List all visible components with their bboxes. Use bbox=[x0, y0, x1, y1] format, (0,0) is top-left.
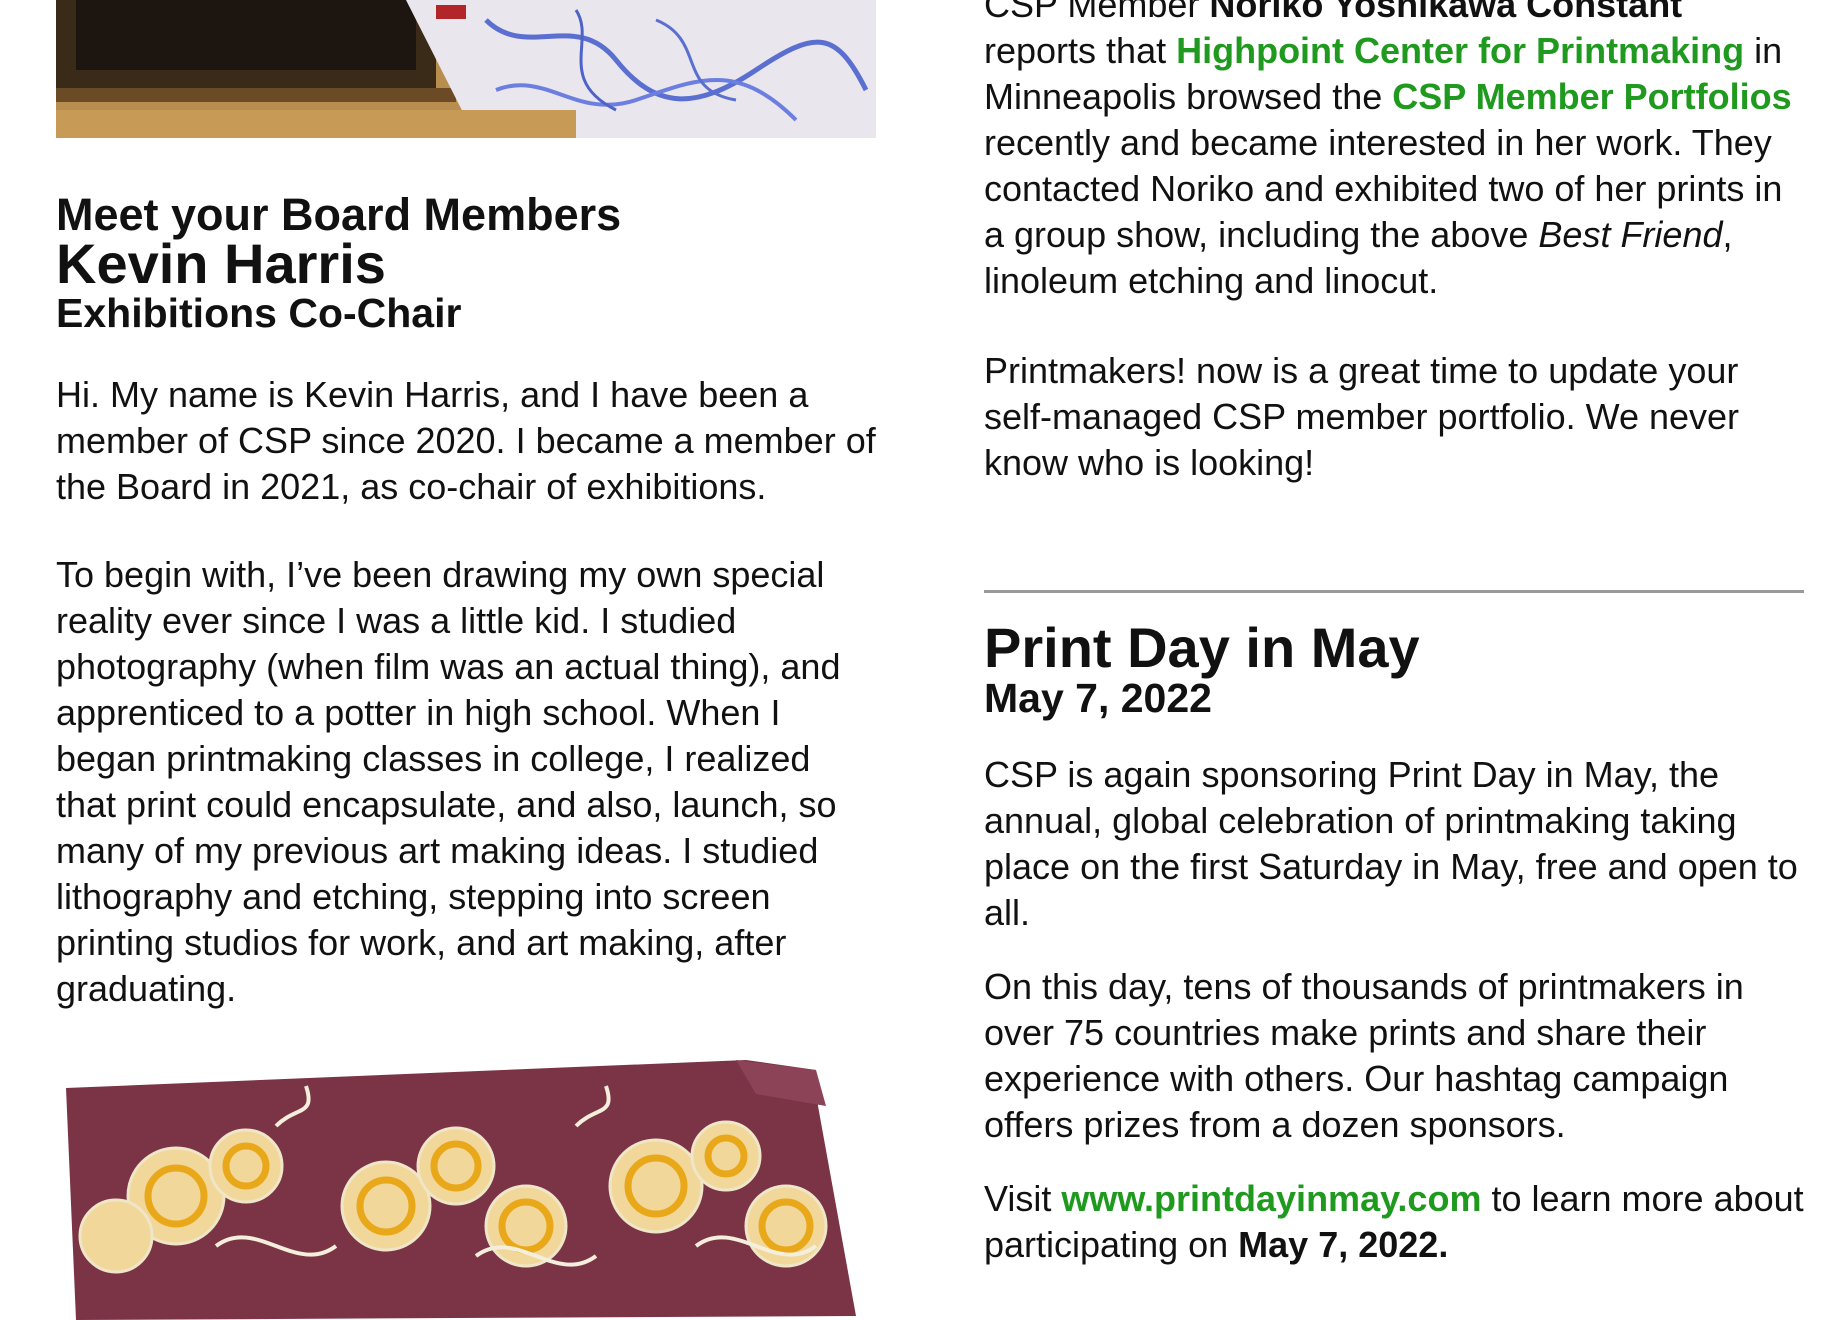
printdayinmay-link[interactable]: www.printdayinmay.com bbox=[1061, 1178, 1481, 1219]
visit-paragraph: Visit www.printdayinmay.com to learn mor… bbox=[984, 1176, 1804, 1268]
intro-paragraph: Hi. My name is Kevin Harris, and I have … bbox=[56, 374, 876, 507]
section-title: Print Day in May bbox=[984, 616, 1420, 679]
section-date: May 7, 2022 bbox=[984, 675, 1212, 721]
print-press-photo bbox=[56, 0, 876, 138]
artwork-title: Best Friend bbox=[1538, 214, 1723, 255]
member-role: Exhibitions Co-Chair bbox=[56, 290, 462, 336]
participation-paragraph: On this day, tens of thousands of printm… bbox=[984, 966, 1744, 1145]
bio-paragraph: To begin with, I’ve been drawing my own … bbox=[56, 554, 841, 1009]
section-divider bbox=[984, 590, 1804, 593]
member-name: Kevin Harris bbox=[56, 232, 386, 295]
text-span: Visit bbox=[984, 1178, 1062, 1219]
event-date-bold: May 7, 2022. bbox=[1238, 1224, 1449, 1265]
portfolio-update-paragraph: Printmakers! now is a great time to upda… bbox=[984, 350, 1740, 483]
text-span: CSP Member bbox=[984, 0, 1210, 25]
print-day-paragraph: CSP is again sponsoring Print Day in May… bbox=[984, 754, 1798, 933]
artwork-photo bbox=[56, 1046, 876, 1320]
member-portfolios-link[interactable]: CSP Member Portfolios bbox=[1392, 76, 1791, 117]
member-name-bold: Noriko Yoshikawa Constant bbox=[1209, 0, 1683, 25]
text-span: reports that bbox=[984, 30, 1177, 71]
noriko-paragraph: CSP Member Noriko Yoshikawa Constant rep… bbox=[984, 0, 1804, 304]
highpoint-link[interactable]: Highpoint Center for Printmaking bbox=[1176, 30, 1744, 71]
